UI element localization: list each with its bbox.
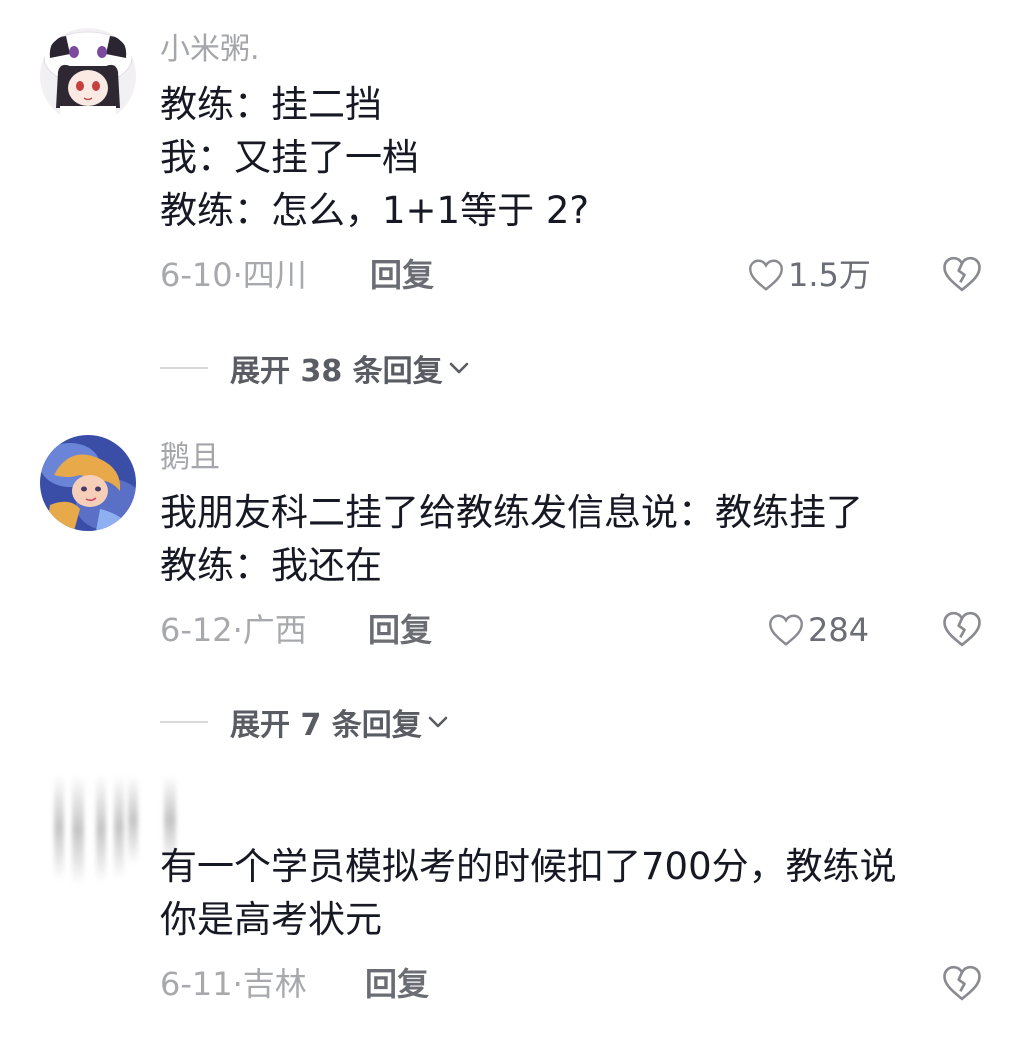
broken-heart-icon [943,256,981,292]
comment-date: 6-10· [160,256,243,294]
comment-text: 我朋友科二挂了给教练发信息说：教练挂了 教练：我还在 [160,486,863,592]
blur-artifact [128,775,138,865]
comment-meta: 6-12·广西 [160,610,307,650]
comment-text: 教练：挂二挡 我：又挂了一档 教练：怎么，1+1等于 2? [160,78,589,237]
divider [160,367,208,369]
avatar-cartoon-princess-image [40,435,136,531]
like-count: 1.5万 [788,256,871,294]
dislike-button[interactable] [942,255,982,295]
comment-meta: 6-10·四川 [160,255,307,295]
comment-location: 四川 [242,256,307,294]
blur-artifact [54,775,64,880]
dislike-button[interactable] [942,964,982,1004]
comment-line: 你是高考状元 [160,898,382,941]
avatar[interactable] [40,435,136,531]
expand-replies-button[interactable]: 展开 7 条回复 [160,702,450,743]
blur-artifact [72,775,84,885]
reply-button[interactable]: 回复 [370,255,434,295]
broken-heart-icon [943,965,981,1001]
comment-username[interactable]: 鹅且 [160,440,220,476]
comment-line: 教练：怎么，1+1等于 2? [160,189,590,232]
comment-date: 6-12· [160,611,243,649]
heart-outline-icon [749,259,783,291]
expand-replies-label: 展开 38 条回复 [230,354,443,389]
dislike-button[interactable] [942,610,982,650]
comment-line: 我：又挂了一档 [160,136,419,179]
comment-username[interactable]: 小米粥. [160,32,260,68]
chevron-down-icon [428,716,448,728]
like-button[interactable]: 1.5万 [748,255,871,295]
avatar[interactable] [40,775,130,885]
expand-replies-label: 展开 7 条回复 [230,708,422,743]
comment-meta: 6-11·吉林 [160,964,307,1004]
reply-button[interactable]: 回复 [368,610,432,650]
chevron-down-icon [449,362,468,374]
avatar[interactable] [40,28,136,124]
avatar-anime-girl-image [40,28,136,124]
reply-button[interactable]: 回复 [365,964,429,1004]
blur-artifact [96,775,106,883]
heart-outline-icon [769,614,803,646]
comment-location: 广西 [242,611,307,649]
blur-artifact [114,775,124,879]
like-count: 284 [808,611,870,649]
comment-date: 6-11· [160,965,243,1003]
expand-replies-button[interactable]: 展开 38 条回复 [160,348,471,389]
like-button[interactable]: 284 [768,610,869,650]
comment-line: 有一个学员模拟考的时候扣了700分，教练说 [160,845,897,888]
broken-heart-icon [943,611,981,647]
comment-line: 教练：挂二挡 [160,83,382,126]
comment-line: 教练：我还在 [160,544,382,587]
divider [160,721,208,723]
comment-line: 我朋友科二挂了给教练发信息说：教练挂了 [160,491,863,534]
comment-text: 有一个学员模拟考的时候扣了700分，教练说 你是高考状元 [160,840,897,946]
comment-location: 吉林 [242,965,307,1003]
